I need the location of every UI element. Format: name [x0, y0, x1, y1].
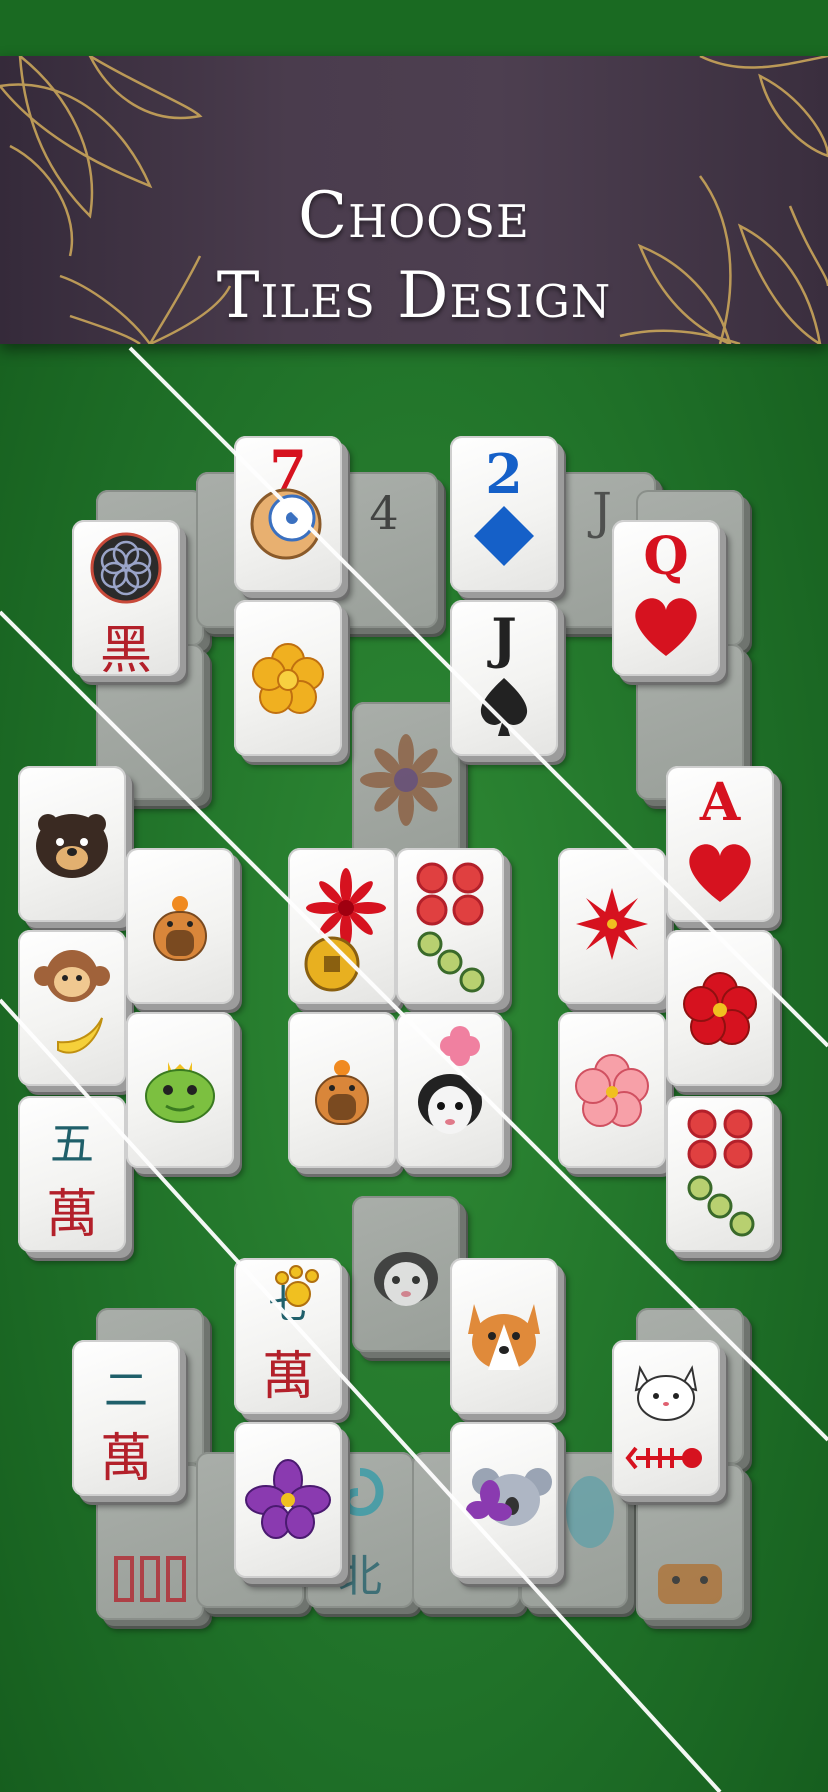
tile[interactable] [288, 1012, 400, 1176]
heart-suit-icon [689, 844, 751, 902]
tile[interactable] [234, 600, 346, 764]
mahjong-board: 4 J 北 黑 7 2 J Q 五 萬 A 七 萬 二 萬 [0, 344, 828, 1792]
cat-fishbone-icon [625, 1365, 702, 1470]
black-flower-emblem-icon [90, 532, 162, 604]
tile[interactable] [450, 1258, 562, 1422]
tile[interactable]: 二 萬 [72, 1340, 184, 1504]
tile[interactable] [450, 1422, 562, 1586]
tile[interactable] [558, 848, 670, 1012]
tile[interactable] [666, 930, 778, 1094]
tile-wan-glyph: 萬 [261, 1347, 314, 1407]
tile[interactable] [396, 1012, 508, 1176]
frog-crown-icon [145, 1062, 215, 1123]
tile[interactable] [352, 1196, 464, 1360]
tile[interactable] [396, 848, 508, 1012]
tile[interactable]: A [666, 766, 778, 930]
monkey-banana-icon [34, 950, 110, 1054]
promo-banner: Choose Tiles Design [0, 56, 828, 344]
tile[interactable]: 7 [234, 436, 346, 600]
capybara-icon [153, 896, 207, 961]
tile[interactable] [352, 702, 464, 866]
tile[interactable] [666, 1096, 778, 1260]
tile[interactable]: 黑 [72, 520, 184, 684]
tile-wan-glyph: 萬 [45, 1185, 98, 1245]
yellow-flower-icon [252, 643, 324, 714]
corgi-icon [468, 1304, 540, 1370]
aster-flower-icon [360, 734, 452, 826]
fan-wheel-icon [250, 488, 322, 560]
tile-back-four: 4 [369, 486, 399, 540]
tile[interactable]: J [450, 600, 562, 764]
koala-orchid-icon [466, 1468, 552, 1526]
tile-kuro-glyph: 黑 [99, 621, 152, 681]
tile[interactable]: 4 [330, 472, 442, 636]
opossum-flower-icon [418, 1026, 482, 1134]
tile[interactable] [126, 848, 238, 1012]
tile[interactable]: Q [612, 520, 724, 684]
red-plum-blossom-icon [683, 972, 757, 1045]
tile[interactable]: 七 萬 [234, 1258, 346, 1422]
tile[interactable] [288, 848, 400, 1012]
banner-title-line-2: Tiles Design [216, 259, 612, 333]
circles-suit-icon [687, 1109, 755, 1237]
tile-er-glyph: 二 [104, 1365, 148, 1416]
diamond-suit-icon [474, 506, 534, 566]
pink-blossom-icon [575, 1054, 649, 1127]
tile[interactable] [612, 1340, 724, 1504]
bear-icon [36, 814, 108, 878]
status-bar-area [0, 0, 828, 56]
banner-title-line-1: Choose [298, 179, 530, 253]
poinsettia-icon [576, 888, 648, 960]
orchid-icon [245, 1459, 331, 1539]
opossum-icon [374, 1252, 438, 1306]
paw-print-icon [275, 1265, 319, 1307]
tile[interactable] [558, 1012, 670, 1176]
capybara-icon [315, 1060, 369, 1125]
tile[interactable] [234, 1422, 346, 1586]
tile-wan-glyph: 萬 [99, 1429, 152, 1489]
heart-suit-icon [635, 598, 697, 656]
tile[interactable] [18, 930, 130, 1094]
tile[interactable] [126, 1012, 238, 1176]
circles-suit-icon [416, 862, 485, 993]
tile[interactable]: 2 [450, 436, 562, 600]
spade-suit-icon [480, 678, 528, 736]
tile[interactable] [18, 766, 130, 930]
chrysanthemum-coin-icon [304, 868, 386, 992]
tile-wu-glyph: 五 [50, 1119, 94, 1170]
tile[interactable]: 五 萬 [18, 1096, 130, 1260]
